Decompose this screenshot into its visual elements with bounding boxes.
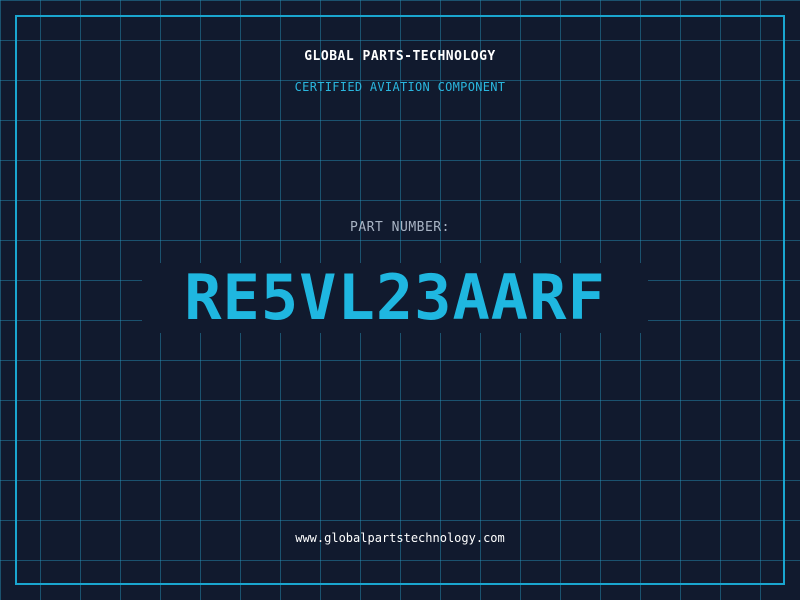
company-website: www.globalpartstechnology.com [295, 531, 505, 545]
part-number-panel: RE5VL23AARF [142, 263, 648, 333]
certification-tagline: CERTIFIED AVIATION COMPONENT [294, 80, 506, 94]
part-number-value: RE5VL23AARF [184, 261, 606, 334]
part-label-card: GLOBAL PARTS-TECHNOLOGY CERTIFIED AVIATI… [0, 0, 800, 600]
part-number-label: PART NUMBER: [350, 220, 450, 235]
company-name: GLOBAL PARTS-TECHNOLOGY [304, 49, 496, 64]
